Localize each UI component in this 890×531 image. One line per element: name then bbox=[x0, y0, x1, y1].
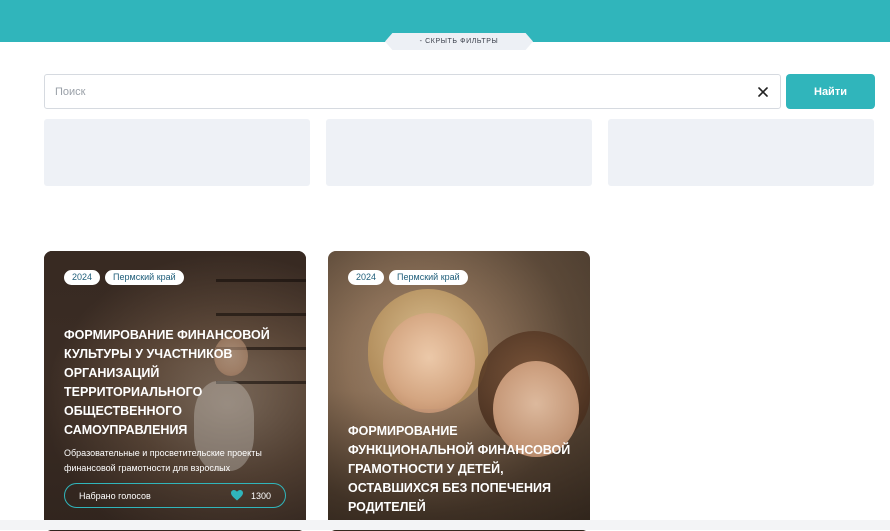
filter-placeholder-1 bbox=[44, 119, 310, 186]
hide-filters-button[interactable]: - СКРЫТЬ ФИЛЬТРЫ bbox=[385, 33, 533, 50]
card-title[interactable]: ФОРМИРОВАНИЕ ФУНКЦИОНАЛЬНОЙ ФИНАНСОВОЙ Г… bbox=[348, 422, 578, 517]
project-card[interactable]: 2024 Пермский край ФОРМИРОВАНИЕ ФИНАНСОВ… bbox=[44, 251, 306, 531]
votes-count: 1300 bbox=[250, 490, 271, 501]
region-tag[interactable]: Пермский край bbox=[389, 270, 468, 285]
search-input[interactable] bbox=[55, 83, 745, 101]
close-icon[interactable] bbox=[754, 83, 772, 101]
card-description: Образовательные и просветительские проек… bbox=[64, 448, 262, 473]
search-box bbox=[44, 74, 781, 109]
region-tag[interactable]: Пермский край bbox=[105, 270, 184, 285]
votes-label: Набрано голосов bbox=[79, 490, 151, 501]
year-tag[interactable]: 2024 bbox=[348, 270, 385, 285]
search-button[interactable]: Найти bbox=[786, 74, 875, 109]
card-tags: 2024 Пермский край bbox=[64, 270, 184, 285]
filter-placeholder-3 bbox=[608, 119, 874, 186]
card-tags: 2024 Пермский край bbox=[348, 270, 468, 285]
card-title[interactable]: ФОРМИРОВАНИЕ ФИНАНСОВОЙ КУЛЬТУРЫ У УЧАСТ… bbox=[64, 326, 284, 440]
heart-icon[interactable] bbox=[230, 490, 243, 501]
filter-placeholder-2 bbox=[326, 119, 592, 186]
year-tag[interactable]: 2024 bbox=[64, 270, 101, 285]
project-card[interactable]: 2024 Пермский край ФОРМИРОВАНИЕ ФУНКЦИОН… bbox=[328, 251, 590, 531]
bottom-bar bbox=[0, 520, 890, 530]
votes-counter: Набрано голосов 1300 bbox=[64, 483, 286, 508]
